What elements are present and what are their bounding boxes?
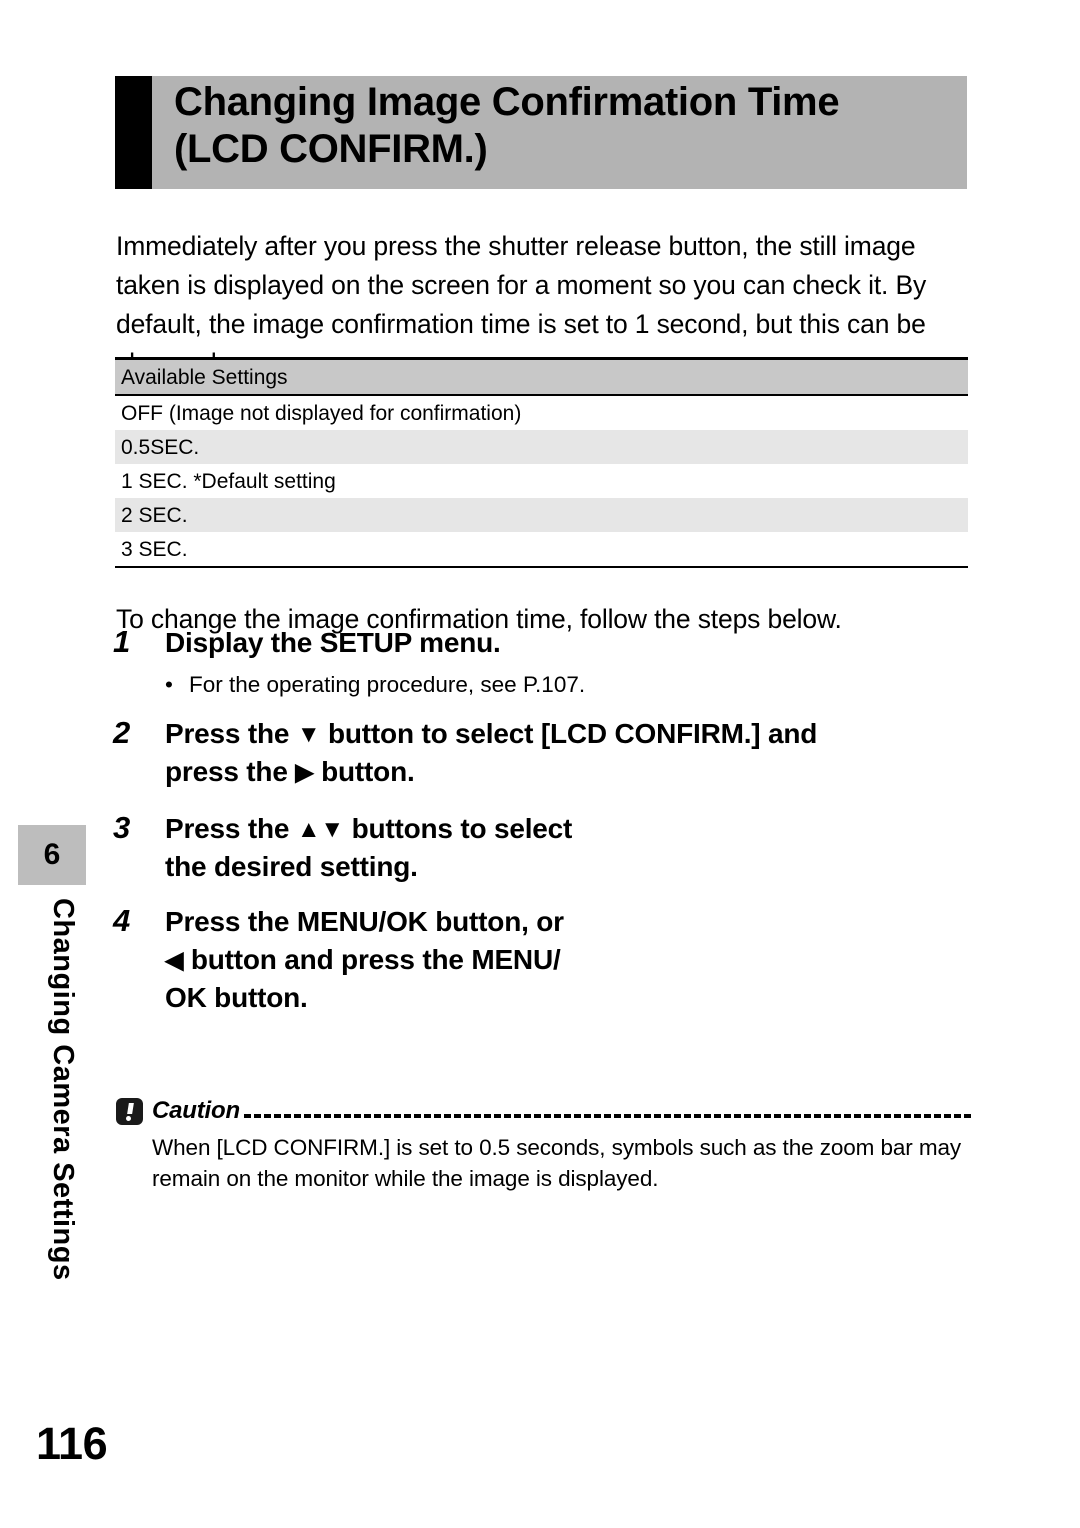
step-number: 2 bbox=[113, 715, 131, 750]
step-line-part: button and press the MENU/ bbox=[183, 944, 561, 975]
step-1: 1 Display the SETUP menu. bbox=[113, 624, 983, 662]
page-title: Changing Image Confirmation Time (LCD CO… bbox=[152, 76, 967, 189]
step-1-note: • For the operating procedure, see P.107. bbox=[165, 671, 965, 699]
step-line-part: buttons to select bbox=[343, 813, 573, 844]
page-title-line1: Changing Image Confirmation Time bbox=[174, 80, 840, 124]
table-row: 1 SEC. *Default setting bbox=[115, 464, 968, 498]
title-accent-bar bbox=[115, 76, 152, 189]
right-triangle-icon: ▶ bbox=[295, 759, 314, 786]
step-text: Press the MENU/OK button, or ◀ button an… bbox=[165, 903, 983, 1017]
down-triangle-icon: ▼ bbox=[320, 816, 344, 843]
step-line-part: Press the bbox=[165, 718, 297, 749]
step-line-part: press the bbox=[165, 756, 296, 787]
left-triangle-icon: ◀ bbox=[165, 947, 184, 974]
step-line: the desired setting. bbox=[165, 851, 418, 882]
up-triangle-icon: ▲ bbox=[296, 816, 321, 843]
page-title-line2: (LCD CONFIRM.) bbox=[174, 127, 488, 171]
step-line-part: button. bbox=[313, 756, 415, 787]
page-title-band: Changing Image Confirmation Time (LCD CO… bbox=[115, 76, 967, 189]
chapter-number: 6 bbox=[43, 838, 61, 871]
step-text: Press the ▲▼ buttons to select the desir… bbox=[165, 810, 983, 886]
caution-label: Caution bbox=[152, 1097, 240, 1124]
table-row: 0.5SEC. bbox=[115, 430, 968, 464]
step-line: OK button. bbox=[165, 982, 308, 1013]
page-number: 116 bbox=[36, 1418, 108, 1469]
caution-body: When [LCD CONFIRM.] is set to 0.5 second… bbox=[152, 1135, 962, 1191]
bullet-icon: • bbox=[165, 672, 173, 697]
step-4: 4 Press the MENU/OK button, or ◀ button … bbox=[113, 903, 983, 1017]
caution-block: Caution When [LCD CONFIRM.] is set to 0.… bbox=[116, 1096, 971, 1194]
step-text: Press the ▼ button to select [LCD CONFIR… bbox=[165, 715, 983, 791]
table-header-cell: Available Settings bbox=[115, 360, 968, 396]
step-line-part: button to select [LCD CONFIRM.] and bbox=[320, 718, 818, 749]
table-row: 3 SEC. bbox=[115, 532, 968, 566]
step-line-part: Press the bbox=[165, 813, 297, 844]
table-row: 2 SEC. bbox=[115, 498, 968, 532]
step-number: 3 bbox=[113, 810, 131, 845]
down-triangle-icon: ▼ bbox=[296, 721, 321, 748]
step-text: Display the SETUP menu. bbox=[165, 624, 983, 662]
step-line: Display the SETUP menu. bbox=[165, 627, 501, 658]
table-row: OFF (Image not displayed for confirmatio… bbox=[115, 396, 968, 430]
caution-header: Caution bbox=[116, 1096, 971, 1126]
chapter-title-vertical: Changing Camera Settings bbox=[47, 898, 79, 1281]
step-line: Press the MENU/OK button, or bbox=[165, 906, 564, 937]
available-settings-table: Available Settings OFF (Image not displa… bbox=[115, 357, 968, 568]
step-number: 4 bbox=[113, 903, 131, 938]
caution-divider bbox=[243, 1098, 971, 1125]
table-bottom-rule bbox=[115, 566, 968, 568]
caution-icon bbox=[116, 1097, 143, 1125]
step-note-text: For the operating procedure, see P.107. bbox=[189, 672, 586, 697]
chapter-tab: 6 bbox=[18, 825, 86, 885]
step-number: 1 bbox=[113, 624, 131, 659]
step-3: 3 Press the ▲▼ buttons to select the des… bbox=[113, 810, 983, 886]
step-2: 2 Press the ▼ button to select [LCD CONF… bbox=[113, 715, 983, 791]
